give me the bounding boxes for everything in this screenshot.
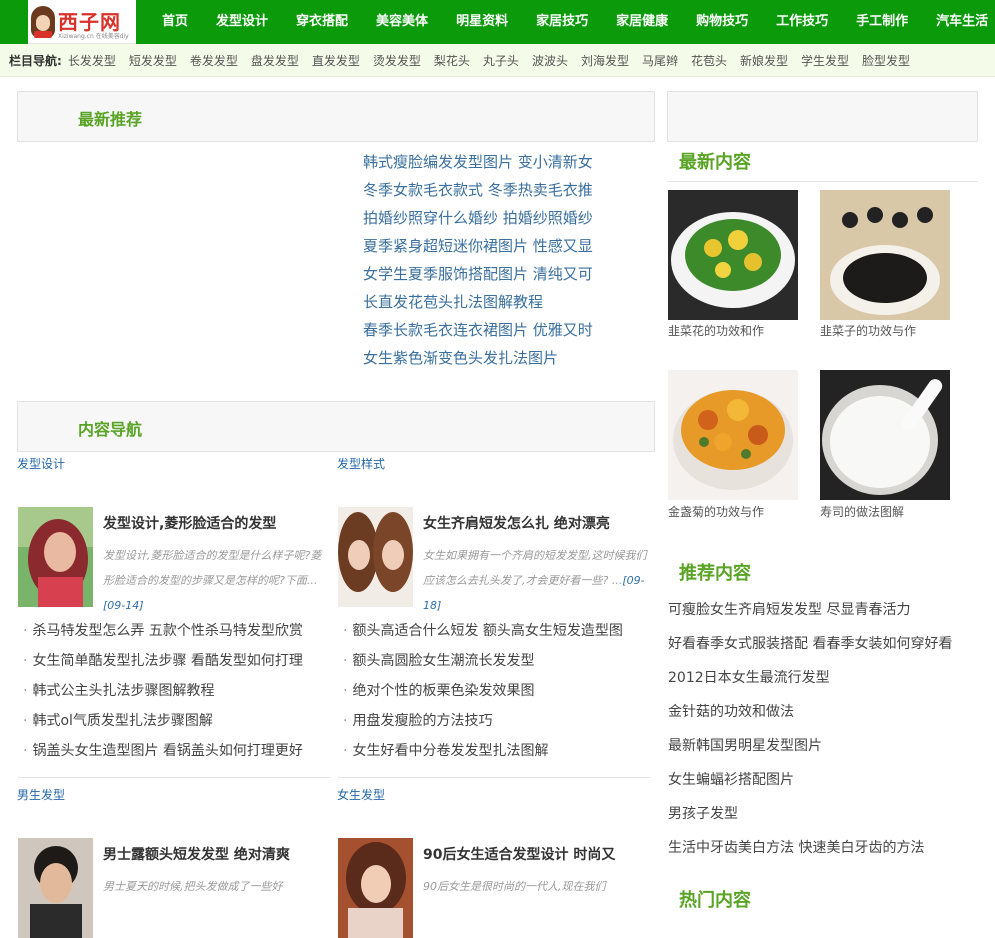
- recommend-link[interactable]: 女学生夏季服饰搭配图片 清纯又可: [363, 260, 623, 288]
- subnav-item[interactable]: 丸子头: [483, 52, 519, 69]
- nav-home-tips[interactable]: 家居技巧: [522, 0, 602, 44]
- nav-home-health[interactable]: 家居健康: [602, 0, 682, 44]
- latest-caption[interactable]: 韭菜花的功效和作: [668, 322, 764, 339]
- feature-thumbnail[interactable]: [18, 507, 93, 607]
- subnav-item[interactable]: 马尾辫: [642, 52, 678, 69]
- recommended-title: 推荐内容: [679, 563, 751, 584]
- latest-thumbnail[interactable]: [668, 190, 798, 320]
- content-nav-header: 内容导航: [17, 401, 655, 452]
- article-list: 额头高适合什么短发 额头高女生短发造型图 额头高圆脸女生潮流长发发型 绝对个性的…: [343, 616, 653, 766]
- subnav-item[interactable]: 学生发型: [801, 52, 849, 69]
- feature-desc: 90后女生是很时尚的一代人,现在我们: [423, 880, 606, 893]
- recommended-link[interactable]: 生活中牙齿美白方法 快速美白牙齿的方法: [668, 831, 988, 865]
- subnav-item[interactable]: 直发发型: [312, 52, 360, 69]
- feature-desc: 女生如果拥有一个齐肩的短发发型,这时候我们应该怎么去扎头发了,才会更好看一些? …: [423, 549, 647, 612]
- divider: [667, 181, 978, 182]
- recommended-link[interactable]: 金针菇的功效和做法: [668, 695, 988, 729]
- article-link[interactable]: 韩式公主头扎法步骤图解教程: [23, 676, 333, 706]
- recommend-link[interactable]: 韩式瘦脸编发发型图片 变小清新女: [363, 148, 623, 176]
- recommended-link[interactable]: 最新韩国男明星发型图片: [668, 729, 988, 763]
- subnav-item[interactable]: 波波头: [532, 52, 568, 69]
- recommend-link[interactable]: 拍婚纱照穿什么婚纱 拍婚纱照婚纱: [363, 204, 623, 232]
- latest-caption[interactable]: 金盏菊的功效与作: [668, 503, 764, 520]
- subnav-item[interactable]: 新娘发型: [740, 52, 788, 69]
- divider: [18, 777, 330, 778]
- nav-home[interactable]: 首页: [148, 0, 202, 44]
- latest-caption[interactable]: 寿司的做法图解: [820, 503, 904, 520]
- section-label-hair-styles[interactable]: 发型样式: [337, 455, 385, 472]
- article-link[interactable]: 绝对个性的板栗色染发效果图: [343, 676, 653, 706]
- main-nav: 首页 发型设计 穿衣搭配 美容美体 明星资料 家居技巧 家居健康 购物技巧 工作…: [148, 0, 995, 44]
- subnav-item[interactable]: 花苞头: [691, 52, 727, 69]
- nav-work[interactable]: 工作技巧: [762, 0, 842, 44]
- section-label-hair-design[interactable]: 发型设计: [17, 455, 65, 472]
- right-top-box: [667, 91, 978, 142]
- recommended-link[interactable]: 男孩子发型: [668, 797, 988, 831]
- article-link[interactable]: 女生好看中分卷发发型扎法图解: [343, 736, 653, 766]
- article-link[interactable]: 杀马特发型怎么弄 五款个性杀马特发型欣赏: [23, 616, 333, 646]
- latest-thumbnail[interactable]: [668, 370, 798, 500]
- feature-title[interactable]: 男士露额头短发发型 绝对清爽: [103, 844, 328, 864]
- subnav-item[interactable]: 卷发发型: [190, 52, 238, 69]
- hot-title: 热门内容: [679, 890, 751, 911]
- subnav-item[interactable]: 长发发型: [68, 52, 116, 69]
- latest-caption[interactable]: 韭菜子的功效与作: [820, 322, 916, 339]
- subnav-item[interactable]: 梨花头: [434, 52, 470, 69]
- feature-title[interactable]: 90后女生适合发型设计 时尚又: [423, 844, 648, 864]
- nav-beauty[interactable]: 美容美体: [362, 0, 442, 44]
- recommended-link[interactable]: 2012日本女生最流行发型: [668, 661, 988, 695]
- recommend-link[interactable]: 冬季女款毛衣款式 冬季热卖毛衣推: [363, 176, 623, 204]
- feature-desc: 发型设计,菱形脸适合的发型是什么样子呢?菱形脸适合的发型的步骤又是怎样的呢?下面…: [103, 549, 322, 612]
- nav-outfits[interactable]: 穿衣搭配: [282, 0, 362, 44]
- content-nav-title: 内容导航: [78, 420, 143, 439]
- recommend-link[interactable]: 夏季紧身超短迷你裙图片 性感又显: [363, 232, 623, 260]
- subnav-item[interactable]: 短发发型: [129, 52, 177, 69]
- logo-girl-icon: [31, 6, 55, 38]
- recommended-link[interactable]: 女生蝙蝠衫搭配图片: [668, 763, 988, 797]
- site-logo[interactable]: 西子网 Xiziwang.cn 在线美容diy: [28, 0, 136, 44]
- subnav-item[interactable]: 脸型发型: [862, 52, 910, 69]
- feature-title[interactable]: 女生齐肩短发怎么扎 绝对漂亮: [423, 513, 648, 533]
- section-label-womens-hair[interactable]: 女生发型: [337, 786, 385, 803]
- article-link[interactable]: 锅盖头女生造型图片 看锅盖头如何打理更好: [23, 736, 333, 766]
- latest-thumbnail[interactable]: [820, 190, 950, 320]
- feature-date: [09-14]: [103, 599, 144, 612]
- recommended-list: 可瘦脸女生齐肩短发发型 尽显青春活力 好看春季女式服装搭配 看春季女装如何穿好看…: [668, 593, 988, 865]
- article-link[interactable]: 韩式ol气质发型扎法步骤图解: [23, 706, 333, 736]
- feature-title[interactable]: 发型设计,菱形脸适合的发型: [103, 513, 328, 533]
- feature-thumbnail[interactable]: [338, 507, 413, 607]
- column-nav: 栏目导航: 长发发型 短发发型 卷发发型 盘发发型 直发发型 烫发发型 梨花头 …: [0, 44, 995, 77]
- article-link[interactable]: 额头高适合什么短发 额头高女生短发造型图: [343, 616, 653, 646]
- recommended-link[interactable]: 可瘦脸女生齐肩短发发型 尽显青春活力: [668, 593, 988, 627]
- recommended-link[interactable]: 好看春季女式服装搭配 看春季女装如何穿好看: [668, 627, 988, 661]
- column-nav-label: 栏目导航:: [9, 53, 62, 68]
- nav-shopping[interactable]: 购物技巧: [682, 0, 762, 44]
- nav-celebrity[interactable]: 明星资料: [442, 0, 522, 44]
- article-link[interactable]: 额头高圆脸女生潮流长发发型: [343, 646, 653, 676]
- recommend-title: 最新推荐: [78, 110, 143, 129]
- article-link[interactable]: 用盘发瘦脸的方法技巧: [343, 706, 653, 736]
- latest-title: 最新内容: [679, 152, 751, 173]
- subnav-item[interactable]: 烫发发型: [373, 52, 421, 69]
- feature-desc: 男士夏天的时候,把头发做成了一些好: [103, 880, 283, 893]
- recommend-link[interactable]: 女生紫色渐变色头发扎法图片: [363, 344, 623, 372]
- nav-handmade[interactable]: 手工制作: [842, 0, 922, 44]
- divider: [338, 777, 650, 778]
- recommend-header: 最新推荐: [17, 91, 655, 142]
- subnav-item[interactable]: 刘海发型: [581, 52, 629, 69]
- top-nav-bar: 西子网 Xiziwang.cn 在线美容diy 首页 发型设计 穿衣搭配 美容美…: [0, 0, 995, 44]
- logo-url: Xiziwang.cn 在线美容diy: [58, 33, 129, 40]
- recommend-link[interactable]: 春季长款毛衣连衣裙图片 优雅又时: [363, 316, 623, 344]
- section-label-mens-hair[interactable]: 男生发型: [17, 786, 65, 803]
- nav-hair-design[interactable]: 发型设计: [202, 0, 282, 44]
- feature-thumbnail[interactable]: [18, 838, 93, 938]
- recommend-link[interactable]: 长直发花苞头扎法图解教程: [363, 288, 623, 316]
- latest-thumbnail[interactable]: [820, 370, 950, 500]
- feature-thumbnail[interactable]: [338, 838, 413, 938]
- article-link[interactable]: 女生简单酷发型扎法步骤 看酷发型如何打理: [23, 646, 333, 676]
- subnav-item[interactable]: 盘发发型: [251, 52, 299, 69]
- nav-auto[interactable]: 汽车生活: [922, 0, 995, 44]
- article-list: 杀马特发型怎么弄 五款个性杀马特发型欣赏 女生简单酷发型扎法步骤 看酷发型如何打…: [23, 616, 333, 766]
- recommend-list: 韩式瘦脸编发发型图片 变小清新女 冬季女款毛衣款式 冬季热卖毛衣推 拍婚纱照穿什…: [363, 148, 623, 372]
